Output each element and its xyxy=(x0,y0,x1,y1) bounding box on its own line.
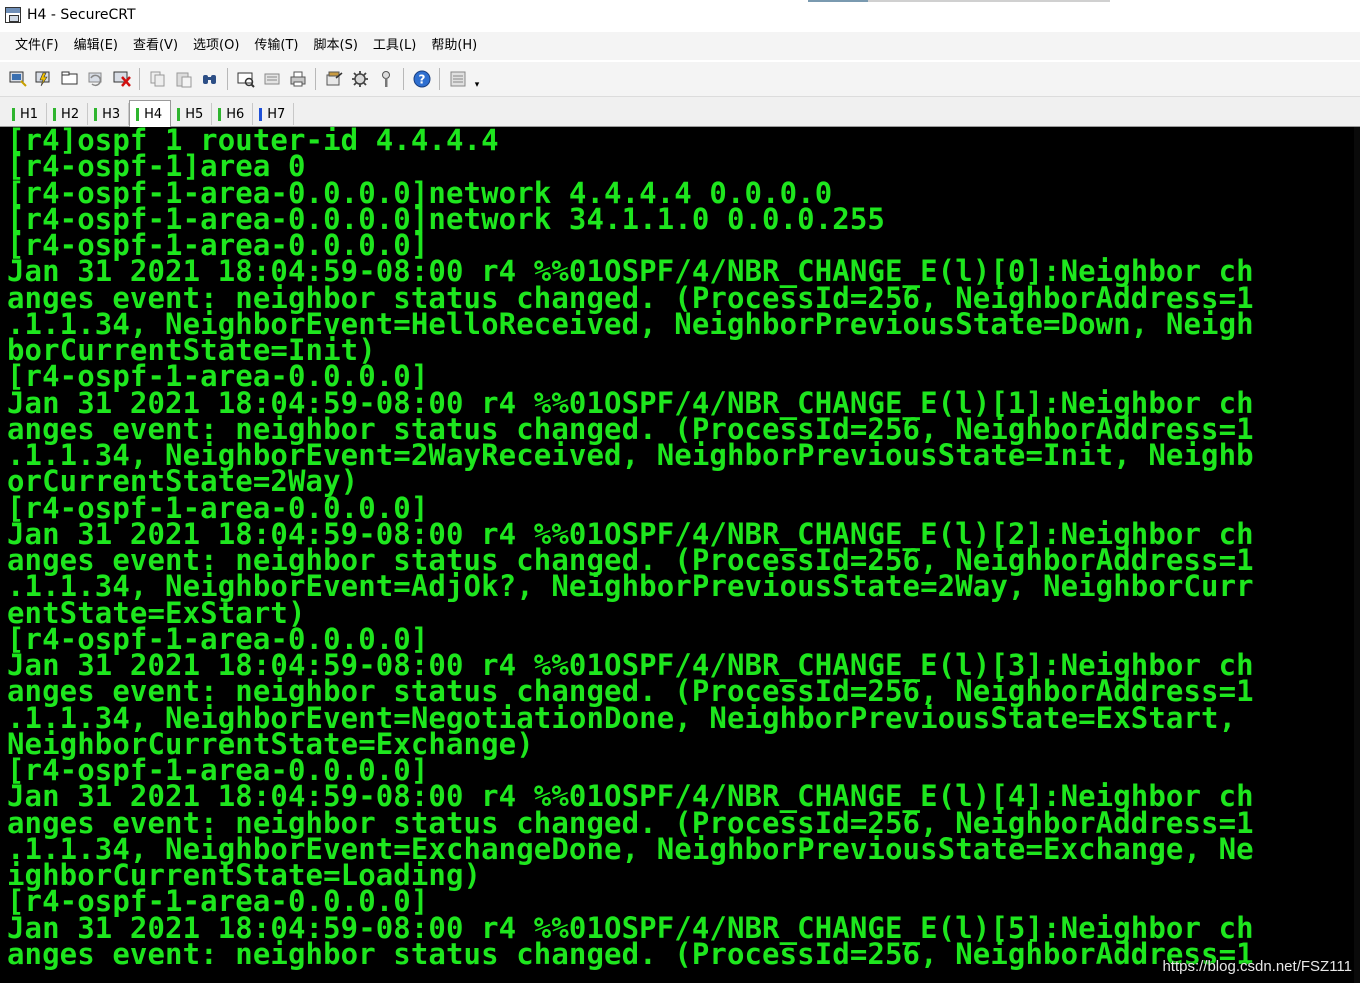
session-status-icon xyxy=(259,107,263,121)
session-options-icon[interactable] xyxy=(323,68,345,90)
menu-bar: 文件(F) 编辑(E) 查看(V) 选项(O) 传输(T) 脚本(S) 工具(L… xyxy=(0,32,1360,60)
toolbar-separator xyxy=(227,68,228,90)
terminal-edge xyxy=(1354,127,1360,983)
global-options-icon[interactable] xyxy=(349,68,371,90)
securecrt-app-icon[interactable] xyxy=(5,7,21,23)
paste-icon[interactable] xyxy=(173,68,195,90)
menu-options[interactable]: 选项(O) xyxy=(186,32,247,60)
tab-label: H6 xyxy=(226,106,245,122)
terminal-lines: [r4]ospf 1 router-id 4.4.4.4 [r4-ospf-1]… xyxy=(7,127,1254,971)
svg-text:?: ? xyxy=(419,73,426,87)
toolbar-overflow-chevron-icon[interactable]: ▾ xyxy=(472,68,482,90)
connect-tab-icon[interactable] xyxy=(59,68,81,90)
connected-status-icon xyxy=(218,107,222,121)
tab-label: H4 xyxy=(144,106,163,122)
tab-h1[interactable]: H1 xyxy=(6,103,48,125)
session-tab-bar: H1 H2 H3 H4 H5 H6 H7 xyxy=(0,97,1360,127)
menu-script[interactable]: 脚本(S) xyxy=(307,32,366,60)
tab-h3[interactable]: H3 xyxy=(88,103,130,125)
print-preview-icon[interactable] xyxy=(235,68,257,90)
title-bar-strip xyxy=(808,0,1110,2)
connect-icon[interactable] xyxy=(7,68,29,90)
menu-view[interactable]: 查看(V) xyxy=(126,32,186,60)
copy-icon[interactable] xyxy=(147,68,169,90)
quick-connect-icon[interactable] xyxy=(33,68,55,90)
connected-status-icon xyxy=(53,107,57,121)
tab-label: H7 xyxy=(267,106,286,122)
terminal-line: anges event: neighbor status changed. (P… xyxy=(7,936,1254,971)
menu-help[interactable]: 帮助(H) xyxy=(424,32,485,60)
toolbar: ? ▾ xyxy=(0,62,1360,97)
title-bar: H4 - SecureCRT xyxy=(0,0,1360,30)
toolbar-separator xyxy=(439,68,440,90)
tab-h7[interactable]: H7 xyxy=(253,103,295,125)
connected-status-icon xyxy=(94,107,98,121)
find-icon[interactable] xyxy=(199,68,221,90)
print-icon[interactable] xyxy=(287,68,309,90)
window-title: H4 - SecureCRT xyxy=(27,7,136,23)
session-manager-icon[interactable] xyxy=(447,68,469,90)
disconnect-icon[interactable] xyxy=(111,68,133,90)
menu-transfer[interactable]: 传输(T) xyxy=(247,32,306,60)
tab-h2[interactable]: H2 xyxy=(47,103,89,125)
watermark-text: https://blog.csdn.net/FSZ111 xyxy=(1162,958,1352,975)
connected-status-icon xyxy=(136,107,140,121)
toolbar-separator xyxy=(139,68,140,90)
keymap-icon[interactable] xyxy=(375,68,397,90)
help-icon[interactable]: ? xyxy=(411,68,433,90)
terminal-output[interactable]: [r4]ospf 1 router-id 4.4.4.4 [r4-ospf-1]… xyxy=(0,127,1360,983)
reconnect-icon[interactable] xyxy=(85,68,107,90)
menu-tools[interactable]: 工具(L) xyxy=(366,32,424,60)
menu-file[interactable]: 文件(F) xyxy=(8,32,67,60)
tab-h5[interactable]: H5 xyxy=(171,103,213,125)
print-setup-icon[interactable] xyxy=(261,68,283,90)
menu-edit[interactable]: 编辑(E) xyxy=(67,32,126,60)
tab-label: H5 xyxy=(185,106,204,122)
tab-h6[interactable]: H6 xyxy=(212,103,254,125)
connected-status-icon xyxy=(177,107,181,121)
tab-label: H3 xyxy=(102,106,121,122)
connected-status-icon xyxy=(12,107,15,121)
toolbar-separator xyxy=(403,68,404,90)
toolbar-separator xyxy=(315,68,316,90)
tab-h4[interactable]: H4 xyxy=(129,100,172,127)
tab-label: H2 xyxy=(61,106,80,122)
tab-label: H1 xyxy=(20,106,39,122)
